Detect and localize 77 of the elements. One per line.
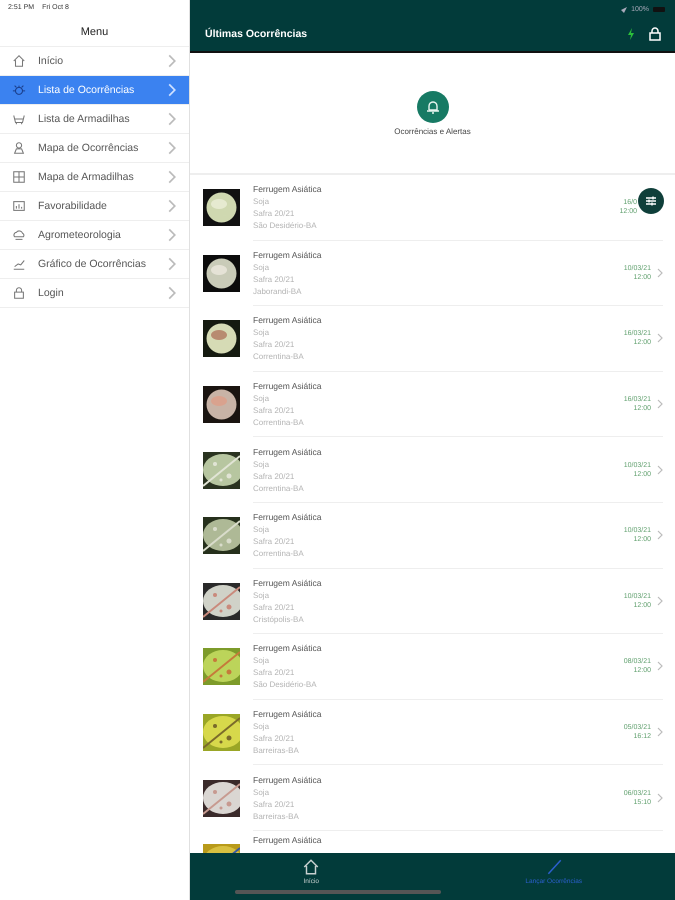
header-title: Últimas Ocorrências	[205, 28, 308, 40]
map-icon	[12, 170, 26, 184]
chevron-icon	[657, 727, 663, 738]
location-text: Barreiras-BA	[253, 812, 299, 821]
crop-text: Soja	[253, 722, 270, 732]
crop-text: Soja	[253, 656, 270, 666]
crop-text: Soja	[253, 262, 270, 272]
season-text: Safra 20/21	[253, 734, 294, 744]
home-icon	[302, 858, 320, 876]
cloud-icon	[12, 228, 26, 242]
home-icon	[12, 54, 26, 68]
pin-icon	[12, 141, 26, 155]
bug-icon	[12, 83, 26, 97]
chevron-icon	[657, 399, 663, 410]
lock-icon[interactable]	[649, 26, 661, 40]
chevron-icon	[657, 661, 663, 672]
menu-title: Menu	[80, 25, 110, 40]
filter-button[interactable]	[638, 188, 664, 214]
crop-text: Soja	[253, 590, 270, 600]
chevron-icon	[657, 268, 663, 278]
season-text: Safra 20/21	[253, 340, 294, 350]
chevron-icon	[657, 596, 663, 606]
season-text: Safra 20/21	[253, 800, 294, 809]
occurrence-name: Ferrugem Asiática	[253, 315, 322, 326]
location-text: Correntina-BA	[253, 484, 304, 493]
crop-text: Soja	[253, 394, 270, 404]
bell-icon	[424, 98, 440, 114]
chevron-icon	[657, 464, 663, 475]
menu-item[interactable]: Gráfico de Ocorrências	[0, 250, 189, 279]
location-text: Correntina-BA	[253, 352, 304, 362]
menu-item[interactable]: Lista de Ocorrências	[0, 76, 189, 105]
location-text: Correntina-BA	[253, 549, 304, 558]
occurrence-name: Ferrugem Asiática	[253, 643, 322, 654]
season-text: Safra 20/21	[253, 537, 294, 546]
crop-text: Soja	[253, 328, 270, 338]
season-text: Safra 20/21	[253, 209, 294, 218]
occurrence-name: Ferrugem Asiática	[253, 774, 322, 785]
crop-text: Soja	[253, 788, 270, 797]
location-text: Barreiras-BA	[253, 746, 299, 756]
chart-icon	[12, 199, 26, 213]
menu-item[interactable]: Mapa de Ocorrências	[0, 134, 189, 163]
menu-item[interactable]: Login	[0, 279, 189, 308]
occurrence-name: Ferrugem Asiática	[253, 381, 322, 392]
season-text: Safra 20/21	[253, 602, 294, 612]
season-text: Safra 20/21	[253, 668, 294, 678]
crop-text: Soja	[253, 197, 270, 206]
location-text: Cristópolis-BA	[253, 614, 304, 624]
chevron-icon	[657, 333, 663, 344]
occurrence-name: Ferrugem Asiática	[253, 184, 322, 194]
season-text: Safra 20/21	[253, 472, 294, 481]
occurrence-name: Ferrugem Asiática	[253, 512, 322, 522]
location-text: São Desidério-BA	[253, 221, 317, 230]
occurrence-name: Ferrugem Asiática	[253, 709, 322, 720]
location-text: Correntina-BA	[253, 418, 304, 428]
chevron-icon	[657, 792, 663, 803]
season-text: Safra 20/21	[253, 406, 294, 416]
menu-item[interactable]: Favorabilidade	[0, 192, 189, 221]
occurrence-name: Ferrugem Asiática	[253, 834, 322, 845]
crop-text: Soja	[253, 460, 270, 469]
occurrence-name: Ferrugem Asiática	[253, 250, 322, 260]
menu-item[interactable]: Mapa de Armadilhas	[0, 163, 189, 192]
bell-button[interactable]	[416, 90, 448, 122]
occurrence-name: Ferrugem Asiática	[253, 578, 322, 588]
lock-icon	[12, 286, 26, 300]
battery-icon	[653, 7, 665, 12]
sliders-icon	[644, 194, 658, 208]
season-text: Safra 20/21	[253, 274, 294, 284]
location-text: Jaborandi-BA	[253, 286, 302, 296]
occurrence-name: Ferrugem Asiática	[253, 446, 322, 457]
location-icon	[621, 6, 628, 12]
lightning-icon[interactable]	[627, 28, 635, 40]
alerts-label: Ocorrências e Alertas	[394, 126, 471, 136]
chevron-icon	[657, 530, 663, 540]
menu-item[interactable]: Agrometeorologia	[0, 221, 189, 250]
crop-text: Soja	[253, 525, 270, 534]
menu-item[interactable]: Lista de Armadilhas	[0, 105, 189, 134]
location-text: São Desidério-BA	[253, 680, 317, 690]
